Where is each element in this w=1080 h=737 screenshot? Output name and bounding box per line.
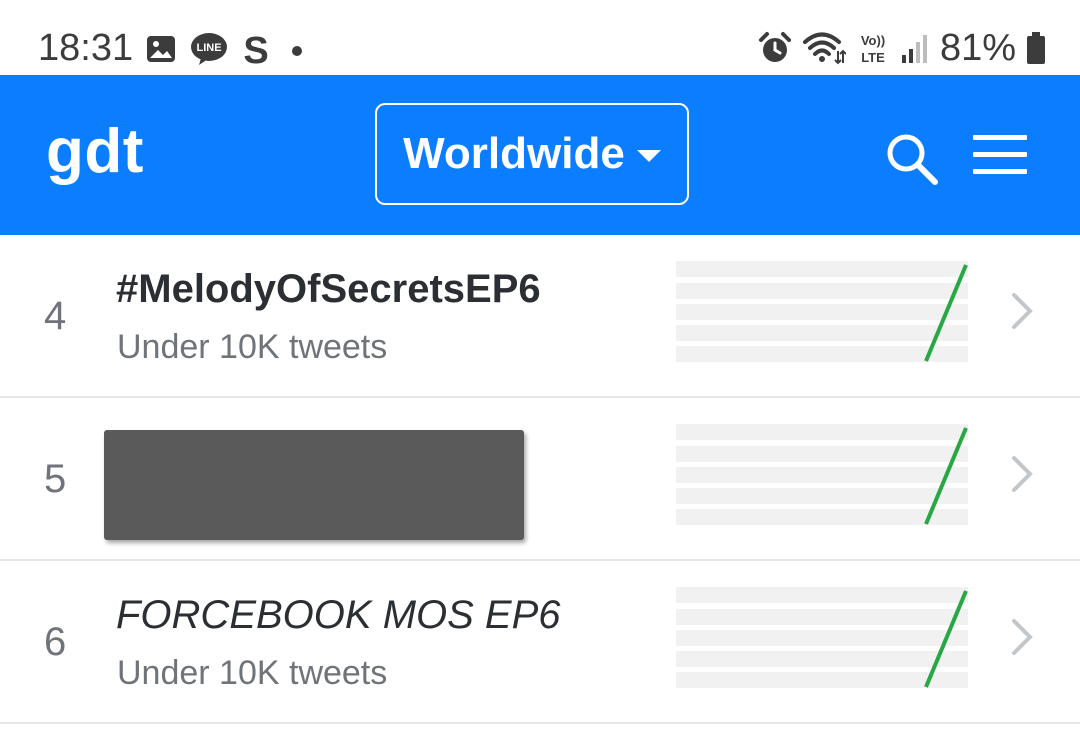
caret-down-icon: [636, 150, 661, 162]
hamburger-menu-icon[interactable]: [973, 133, 1027, 177]
trend-sparkline: [676, 424, 968, 525]
volte-top-label: Vo)): [861, 33, 885, 48]
gallery-icon: [147, 36, 175, 62]
trend-tweet-count: Under 10K tweets: [117, 654, 388, 692]
trend-rank: 5: [44, 457, 67, 501]
line-app-icon: LINE: [191, 33, 227, 65]
trends-list: 4 #MelodyOfSecretsEP6 Under 10K tweets 5: [0, 235, 1080, 724]
trend-sparkline: [676, 587, 968, 688]
redacted-block: [104, 430, 524, 540]
search-icon[interactable]: [883, 130, 941, 188]
status-right-icons: Vo)) LTE 81%: [758, 24, 1046, 72]
status-left-icons: LINE S: [145, 29, 307, 69]
volte-icon: Vo)) LTE: [861, 33, 885, 65]
chevron-right-icon: [1012, 456, 1033, 492]
trend-row[interactable]: 4 #MelodyOfSecretsEP6 Under 10K tweets: [0, 235, 1080, 398]
s-app-label: S: [243, 30, 268, 68]
trend-row[interactable]: 5: [0, 398, 1080, 561]
trend-sparkline: [676, 261, 968, 362]
app-header: gdt Worldwide: [0, 75, 1080, 235]
trend-rank: 4: [44, 294, 67, 338]
alarm-icon: [758, 32, 791, 62]
status-bar: 18:31 LINE S Vo)) LTE 81%: [0, 0, 1080, 75]
battery-icon: [1027, 32, 1045, 64]
trend-title: FORCEBOOK MOS EP6: [116, 593, 561, 637]
battery-percentage: 81%: [939, 27, 1016, 69]
trend-rank: 6: [44, 620, 67, 664]
notification-dot-icon: [292, 46, 302, 56]
s-app-icon: S: [243, 30, 268, 68]
status-time: 18:31: [38, 27, 134, 69]
region-label: Worldwide: [403, 129, 625, 178]
chevron-right-icon: [1012, 619, 1033, 655]
trend-row[interactable]: 6 FORCEBOOK MOS EP6 Under 10K tweets: [0, 561, 1080, 724]
signal-icon: [901, 35, 927, 63]
wifi-icon: [802, 32, 846, 65]
trend-title: #MelodyOfSecretsEP6: [116, 267, 541, 311]
trend-tweet-count: Under 10K tweets: [117, 328, 388, 366]
chevron-right-icon: [1012, 293, 1033, 329]
brand-logo[interactable]: gdt: [46, 117, 144, 187]
line-app-label: LINE: [196, 42, 221, 54]
region-dropdown-button[interactable]: Worldwide: [375, 103, 689, 205]
volte-bottom-label: LTE: [861, 50, 885, 65]
